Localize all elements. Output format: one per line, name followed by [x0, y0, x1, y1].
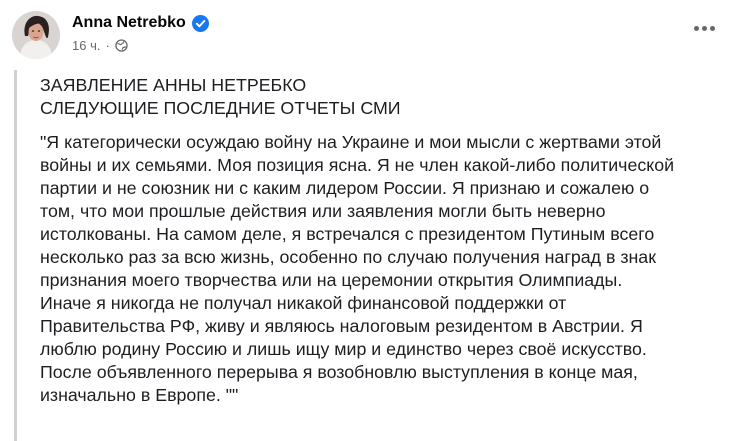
author-avatar[interactable] — [12, 11, 60, 59]
post-timestamp[interactable]: 16 ч. — [72, 38, 100, 53]
more-dot — [701, 25, 707, 31]
more-dot — [709, 25, 715, 31]
post-header: Anna Netrebko — [72, 14, 209, 32]
body-line: истолкованы. На самом деле, я встречался… — [40, 224, 655, 244]
body-line: том, что мои прошлые действия или заявле… — [40, 201, 606, 221]
body-line: люблю родину Россию и лишь ищу мир и еди… — [40, 339, 647, 359]
heading-line: ЗАЯВЛЕНИЕ АННЫ НЕТРЕБКО — [40, 75, 307, 95]
body-line: Иначе я никогда не получал никакой финан… — [40, 293, 567, 313]
globe-icon[interactable] — [115, 39, 128, 52]
body-line: несколько раз за всю жизнь, особенно по … — [40, 247, 656, 267]
more-dot — [693, 25, 699, 31]
author-name[interactable]: Anna Netrebko — [72, 14, 186, 32]
meta-separator: · — [105, 38, 110, 53]
body-line: Правительства РФ, живу и являюсь налогов… — [40, 316, 643, 336]
verified-badge-icon — [191, 14, 209, 32]
body-line: войны и их семьями. Моя позиция ясна. Я … — [40, 155, 675, 175]
more-options-icon[interactable] — [690, 20, 718, 36]
body-line: признания моего творчества или на церемо… — [40, 270, 623, 290]
quote-bar — [14, 70, 17, 441]
body-line: После объявленного перерыва я возобновлю… — [40, 362, 638, 382]
avatar-photo — [12, 11, 60, 59]
body-line: партии и не союзник ни с каким лидером Р… — [40, 178, 650, 198]
body-line: изначально в Европе. "" — [40, 385, 239, 405]
facebook-post: Anna Netrebko 16 ч. · ЗАЯВЛЕНИЕ АННЫ НЕТ… — [0, 0, 740, 441]
post-meta: 16 ч. · — [72, 38, 128, 53]
post-text: ЗАЯВЛЕНИЕ АННЫ НЕТРЕБКО СЛЕДУЮЩИЕ ПОСЛЕД… — [40, 74, 730, 407]
body-line: "Я категорически осуждаю войну на Украин… — [40, 132, 662, 152]
heading-line: СЛЕДУЮЩИЕ ПОСЛЕДНИЕ ОТЧЕТЫ СМИ — [40, 98, 401, 118]
